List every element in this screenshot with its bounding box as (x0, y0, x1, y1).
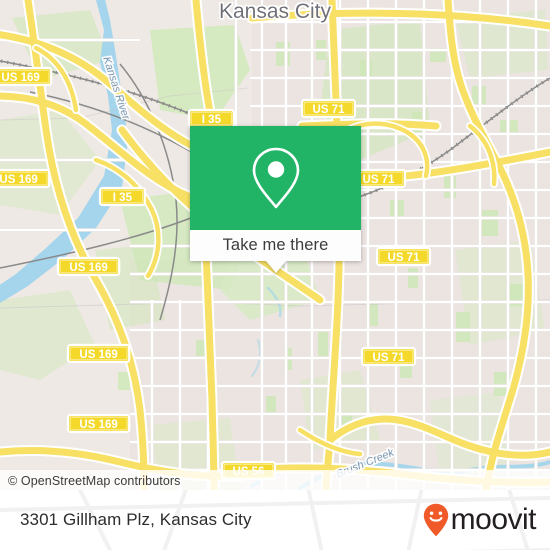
footer-bar: 3301 Gillham Plz, Kansas City moovit (0, 490, 550, 550)
callout-pin-area (190, 126, 361, 230)
highway-shield-label: US 71 (388, 252, 421, 264)
highway-shield: US 71 (375, 246, 432, 267)
destination-address-label: 3301 Gillham Plz, Kansas City (20, 510, 252, 529)
moovit-smiley-pin-icon (423, 503, 448, 537)
highway-shield-label: I 35 (113, 192, 133, 204)
highway-shield-label: I 35 (202, 114, 222, 126)
highway-shield: I 35 (187, 108, 235, 129)
highway-shield: US 71 (300, 98, 357, 119)
highway-shield-label: US 169 (69, 262, 107, 274)
map-label-city: Kansas City (219, 0, 332, 23)
moovit-wordmark: moovit (450, 503, 537, 536)
highway-shield-label: US 71 (363, 174, 396, 186)
highway-shield-label: US 169 (79, 419, 117, 431)
moovit-logo: moovit (423, 503, 537, 537)
highway-shield-label: US 169 (1, 72, 39, 84)
highway-shield-label: US 71 (313, 104, 346, 116)
highway-shield: I 35 (98, 186, 146, 207)
take-me-there-label: Take me there (222, 236, 329, 254)
highway-shield: US 71 (360, 346, 417, 367)
destination-callout-card[interactable]: Take me there (190, 126, 361, 273)
map-canvas[interactable]: .land { fill:#efe9e5; } .res { fill:#ece… (0, 0, 550, 490)
highway-shield: US 169 (56, 256, 121, 277)
callout-pointer (265, 261, 286, 273)
highway-shield: US 169 (66, 343, 131, 364)
highway-shield: US 169 (66, 413, 131, 434)
location-pin-icon (252, 147, 299, 209)
highway-shield: US 169 (0, 66, 53, 87)
highway-shield-label: US 71 (373, 352, 406, 364)
highway-shield-label: US 169 (0, 174, 38, 186)
take-me-there-button[interactable]: Take me there (190, 230, 361, 273)
highway-shield: US 169 (0, 168, 51, 189)
attribution-text: © OpenStreetMap contributors (8, 473, 181, 488)
highway-shield-label: US 169 (79, 349, 117, 361)
map-attribution-bar: © OpenStreetMap contributors (0, 470, 550, 490)
